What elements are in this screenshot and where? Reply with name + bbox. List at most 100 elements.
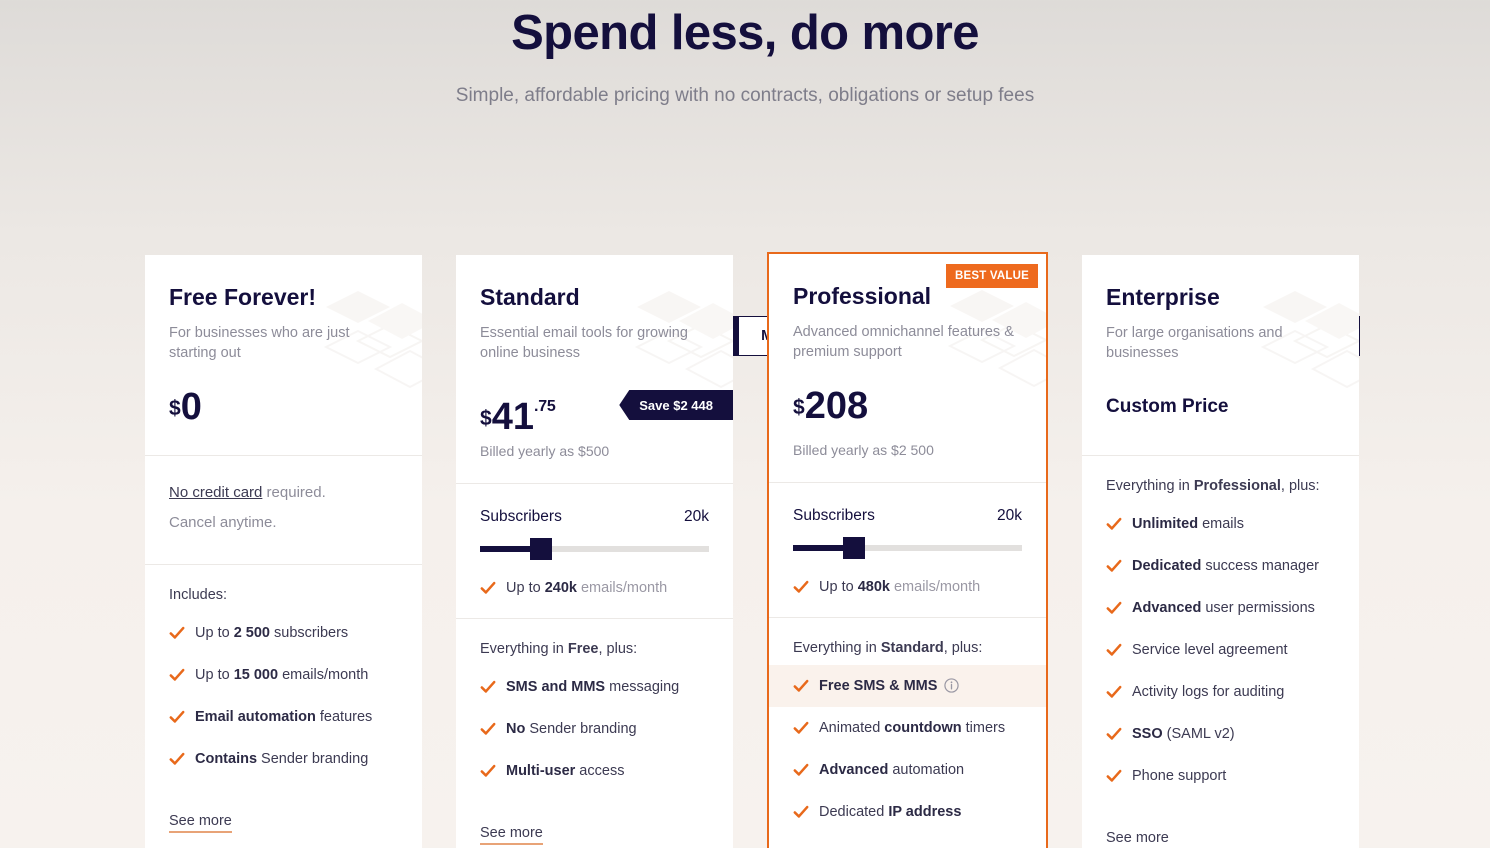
feature-text-bold: 480k [857,579,890,595]
check-icon [793,805,809,818]
plan-custom-price: Custom Price [1106,396,1229,417]
plan-description: For businesses who are just starting out [169,325,350,361]
pricing-card[interactable]: Enterprise For large organisations and bu… [1082,255,1359,848]
feature-label: Animated countdown timers [819,718,1005,738]
feature-text-plain: Up to [195,625,234,641]
check-icon [480,581,496,594]
feature-text-bold: SMS and MMS [506,679,606,695]
feature-item: Dedicated IP address [793,802,1022,822]
feature-text-plain: features [315,709,373,725]
check-icon [1106,643,1122,656]
feature-text-bold: Multi-user [506,763,576,779]
pricing-card[interactable]: Free Forever! For businesses who are just… [145,255,422,848]
price-amount: 41 [491,396,534,438]
price-currency-symbol: $ [169,397,181,420]
feature-text-plain: Activity logs for auditing [1132,684,1285,700]
plan-description: For large organisations and businesses [1106,325,1283,361]
feature-item: Up to 15 000 emails/month [169,665,398,685]
feature-text-plain: subscribers [269,625,349,641]
billing-controls: 2 months free! Yearly Billing Monthly Bi… [0,141,1490,356]
slider-thumb[interactable] [530,538,553,560]
pricing-card[interactable]: BEST VALUE Professional Advanced omnichann… [767,252,1048,848]
feature-label: Phone support [1132,766,1226,786]
feature-text-bold: No [506,721,526,737]
feature-text-plain: user permissions [1201,600,1315,616]
feature-item: Unlimited emails [1106,514,1335,534]
plan-name: Enterprise [1106,284,1220,310]
feature-text-plain: Phone support [1132,768,1227,784]
feature-item: Up to 480k emails/month [793,577,1022,597]
check-icon [793,763,809,776]
feature-text-bold: countdown [884,720,962,736]
see-more-link[interactable]: See more [480,825,543,845]
feature-label: Up to 15 000 emails/month [195,665,368,685]
billed-note: Billed yearly as $2 500 [793,442,934,458]
see-more-link[interactable]: See more [169,813,232,833]
feature-text-plain: Up to [195,667,234,683]
feature-item: Advanced automation [793,760,1022,780]
feature-text-plain: Dedicated [819,804,889,820]
plan-description: Essential email tools for growing online… [480,325,688,361]
info-circle-icon[interactable] [944,678,960,693]
feature-item: Service level agreement [1106,640,1335,660]
feature-item: No Sender branding [480,719,709,739]
price-currency-symbol: $ [793,396,805,419]
check-icon [480,680,496,693]
feature-text-bold: Dedicated [1132,558,1202,574]
plan-description: Advanced omnichannel features & premium … [793,324,1014,360]
feature-label: Contains Sender branding [195,749,368,769]
feature-text-plain: Up to [819,579,858,595]
plan-price-row: Custom Price [1106,385,1335,431]
feature-item: Up to 240k emails/month [480,578,709,598]
feature-item: Dedicated success manager [1106,556,1335,576]
subscribers-slider[interactable] [480,538,709,560]
feature-item: Activity logs for auditing [1106,682,1335,702]
feature-label: SSO (SAML v2) [1132,724,1235,744]
feature-label: Unlimited emails [1132,514,1244,534]
features-intro-bold: Professional [1193,478,1281,494]
feature-text-bold: 15 000 [233,667,279,683]
slider-thumb[interactable] [843,537,866,559]
best-value-badge: BEST VALUE [946,264,1038,288]
check-icon [793,679,809,692]
feature-label: Up to 2 500 subscribers [195,623,348,643]
feature-label: No Sender branding [506,719,637,739]
feature-text-bold: Free SMS & MMS [819,678,938,694]
feature-label: Free SMS & MMS [819,676,960,696]
plan-name: Free Forever! [169,284,317,310]
pricing-card[interactable]: Standard Essential email tools for growin… [456,255,733,848]
page-title: Spend less, do more [511,6,979,60]
pricing-cards: Free Forever! For businesses who are just… [145,252,1359,848]
features-intro: Everything in Standard, plus: [793,640,983,656]
feature-item: Email automation features [169,707,398,727]
feature-text-plain: Up to [506,580,545,596]
feature-text-plain: Sender branding [257,751,369,767]
check-icon [793,721,809,734]
features-intro: Everything in Professional, plus: [1106,478,1320,494]
feature-text-bold: Unlimited [1132,516,1199,532]
page-header: Spend less, do more Simple, affordable p… [0,0,1490,109]
feature-item: Free SMS & MMS [769,665,1046,707]
check-icon [793,580,809,593]
feature-text-bold: 2 500 [233,625,270,641]
feature-label: Dedicated success manager [1132,556,1319,576]
plan-price: $41.75 [480,385,556,441]
feature-text-plain: emails/month [278,667,369,683]
subscribers-slider[interactable] [793,537,1022,559]
save-badge: Save $2 448 [619,390,733,420]
feature-item: Advanced user permissions [1106,598,1335,618]
features-intro: Everything in Free, plus: [480,641,638,657]
check-icon [480,722,496,735]
feature-text-plain: Service level agreement [1132,642,1288,658]
subscribers-value: 20k [684,508,709,525]
feature-label: Service level agreement [1132,640,1288,660]
feature-text-plain: emails/month [889,579,981,595]
check-icon [1106,769,1122,782]
plan-price-row: $41.75 Save $2 448 [480,385,733,438]
feature-text-plain: timers [961,720,1006,736]
no-credit-card-link[interactable]: No credit card [169,484,262,501]
see-more-link[interactable]: See more [1106,830,1169,848]
feature-text-plain: messaging [605,679,680,695]
feature-label: Up to 240k emails/month [506,578,667,598]
price-amount: 208 [804,385,869,427]
